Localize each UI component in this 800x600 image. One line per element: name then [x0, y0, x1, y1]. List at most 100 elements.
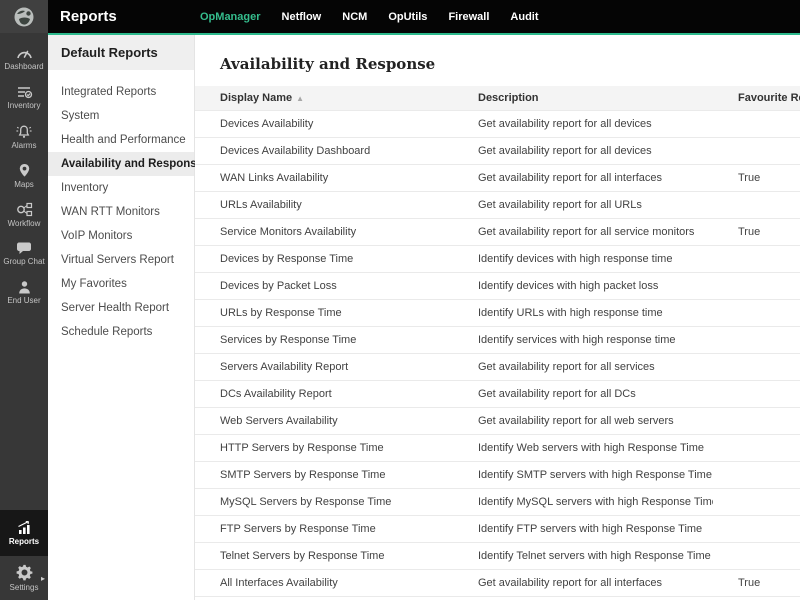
page-title: Reports	[60, 8, 200, 25]
nav-item-firewall[interactable]: Firewall	[448, 11, 489, 23]
sort-asc-icon: ▲	[296, 94, 304, 103]
main-panel: Availability and Response Display Name▲ …	[195, 35, 800, 600]
cell-display-name[interactable]: Servers Availability Report	[195, 354, 453, 381]
cell-display-name[interactable]: SMTP Servers by Response Time	[195, 462, 453, 489]
cell-display-name[interactable]: URLs by Response Time	[195, 300, 453, 327]
sidebar-item-system[interactable]: System	[48, 104, 194, 128]
table-row[interactable]: URLs by Response Time Identify URLs with…	[195, 300, 800, 327]
table-row[interactable]: FTP Servers by Response Time Identify FT…	[195, 516, 800, 543]
cell-description: Get availability report for all URLs	[453, 192, 713, 219]
sidebar-item-virtual-servers-report[interactable]: Virtual Servers Report	[48, 248, 194, 272]
nav-item-oputils[interactable]: OpUtils	[388, 11, 427, 23]
cell-favourite: True	[713, 570, 800, 597]
rail-label: Inventory	[8, 101, 41, 110]
table-row[interactable]: Web Servers Availability Get availabilit…	[195, 408, 800, 435]
sidebar-item-integrated-reports[interactable]: Integrated Reports	[48, 80, 194, 104]
sidebar-item-wan-rtt-monitors[interactable]: WAN RTT Monitors	[48, 200, 194, 224]
cell-favourite	[713, 273, 800, 300]
table-row[interactable]: Devices by Packet Loss Identify devices …	[195, 273, 800, 300]
report-category-sidebar: Default Reports Integrated Reports Syste…	[48, 35, 195, 600]
table-row[interactable]: All Interfaces Availability Get availabi…	[195, 570, 800, 597]
rail-item-group-chat[interactable]: Group Chat	[0, 234, 48, 273]
opmanager-logo[interactable]	[0, 0, 48, 33]
nav-item-audit[interactable]: Audit	[510, 11, 538, 23]
rail-item-reports[interactable]: Reports	[0, 510, 48, 556]
cell-description: Identify SMTP servers with high Response…	[453, 462, 713, 489]
rail-label: End User	[7, 296, 40, 305]
cell-display-name[interactable]: FTP Servers by Response Time	[195, 516, 453, 543]
rail-item-dashboard[interactable]: Dashboard	[0, 39, 48, 78]
sidebar-item-voip-monitors[interactable]: VoIP Monitors	[48, 224, 194, 248]
sidebar-list: Integrated Reports System Health and Per…	[48, 80, 194, 344]
cell-display-name[interactable]: URLs Availability	[195, 192, 453, 219]
cell-favourite: True	[713, 219, 800, 246]
cell-description: Get availability report for all devices	[453, 138, 713, 165]
cell-description: DownTime history for all devices	[453, 597, 713, 600]
sidebar-item-server-health-report[interactable]: Server Health Report	[48, 296, 194, 320]
nav-item-netflow[interactable]: Netflow	[282, 11, 322, 23]
table-row[interactable]: HTTP Servers by Response Time Identify W…	[195, 435, 800, 462]
cell-display-name[interactable]: Service Monitors Availability	[195, 219, 453, 246]
column-header-display-name[interactable]: Display Name▲	[195, 86, 453, 111]
rail-item-inventory[interactable]: Inventory	[0, 78, 48, 117]
sidebar-item-inventory[interactable]: Inventory	[48, 176, 194, 200]
table-row[interactable]: Devices by Response Time Identify device…	[195, 246, 800, 273]
cell-favourite: True	[713, 165, 800, 192]
cell-description: Get availability report for all services	[453, 354, 713, 381]
cell-display-name[interactable]: Web Servers Availability	[195, 408, 453, 435]
rail-spacer	[0, 312, 48, 510]
cell-display-name[interactable]: Telnet Servers by Response Time	[195, 543, 453, 570]
table-row[interactable]: WAN Links Availability Get availability …	[195, 165, 800, 192]
rail-label: Group Chat	[3, 257, 44, 266]
rail-item-end-user[interactable]: End User	[0, 273, 48, 312]
cell-description: Identify devices with high response time	[453, 246, 713, 273]
bar-chart-icon	[16, 520, 33, 535]
table-row[interactable]: Telnet Servers by Response Time Identify…	[195, 543, 800, 570]
table-row[interactable]: Servers Availability Report Get availabi…	[195, 354, 800, 381]
cell-display-name[interactable]: Devices by Response Time	[195, 246, 453, 273]
cell-description: Get availability report for all DCs	[453, 381, 713, 408]
cell-display-name[interactable]: Devices by Packet Loss	[195, 273, 453, 300]
table-row[interactable]: DownTime Report DownTime history for all…	[195, 597, 800, 600]
cell-favourite	[713, 138, 800, 165]
cell-display-name[interactable]: Devices Availability	[195, 111, 453, 138]
rail-item-workflow[interactable]: Workflow	[0, 195, 48, 234]
table-row[interactable]: Devices Availability Dashboard Get avail…	[195, 138, 800, 165]
table-row[interactable]: Services by Response Time Identify servi…	[195, 327, 800, 354]
rail-item-settings[interactable]: Settings ▸	[0, 556, 48, 600]
cell-favourite	[713, 543, 800, 570]
cell-description: Identify Telnet servers with high Respon…	[453, 543, 713, 570]
section-title: Availability and Response	[195, 35, 800, 73]
cell-display-name[interactable]: Services by Response Time	[195, 327, 453, 354]
sidebar-item-schedule-reports[interactable]: Schedule Reports	[48, 320, 194, 344]
table-row[interactable]: Service Monitors Availability Get availa…	[195, 219, 800, 246]
chat-bubble-icon	[16, 241, 32, 255]
cell-display-name[interactable]: DCs Availability Report	[195, 381, 453, 408]
cell-display-name[interactable]: DownTime Report	[195, 597, 453, 600]
cell-display-name[interactable]: All Interfaces Availability	[195, 570, 453, 597]
nav-item-opmanager[interactable]: OpManager	[200, 11, 261, 23]
table-row[interactable]: DCs Availability Report Get availability…	[195, 381, 800, 408]
cell-display-name[interactable]: MySQL Servers by Response Time	[195, 489, 453, 516]
rail-item-alarms[interactable]: Alarms	[0, 117, 48, 156]
bell-alert-icon	[15, 124, 33, 139]
cell-favourite	[713, 354, 800, 381]
sidebar-item-my-favorites[interactable]: My Favorites	[48, 272, 194, 296]
cell-display-name[interactable]: Devices Availability Dashboard	[195, 138, 453, 165]
column-header-description[interactable]: Description	[453, 86, 713, 111]
nav-item-ncm[interactable]: NCM	[342, 11, 367, 23]
table-row[interactable]: MySQL Servers by Response Time Identify …	[195, 489, 800, 516]
sidebar-item-health-and-performance[interactable]: Health and Performance	[48, 128, 194, 152]
sidebar-item-availability-and-response[interactable]: Availability and Response	[48, 152, 194, 176]
rail-item-maps[interactable]: Maps	[0, 156, 48, 195]
cell-display-name[interactable]: WAN Links Availability	[195, 165, 453, 192]
report-table: Display Name▲ Description Favourite Repo…	[195, 86, 800, 600]
column-header-favourite-report[interactable]: Favourite Report	[713, 86, 800, 111]
cell-description: Identify MySQL servers with high Respons…	[453, 489, 713, 516]
cell-display-name[interactable]: HTTP Servers by Response Time	[195, 435, 453, 462]
table-row[interactable]: Devices Availability Get availability re…	[195, 111, 800, 138]
table-row[interactable]: SMTP Servers by Response Time Identify S…	[195, 462, 800, 489]
table-row[interactable]: URLs Availability Get availability repor…	[195, 192, 800, 219]
cell-description: Identify URLs with high response time	[453, 300, 713, 327]
cell-favourite	[713, 408, 800, 435]
